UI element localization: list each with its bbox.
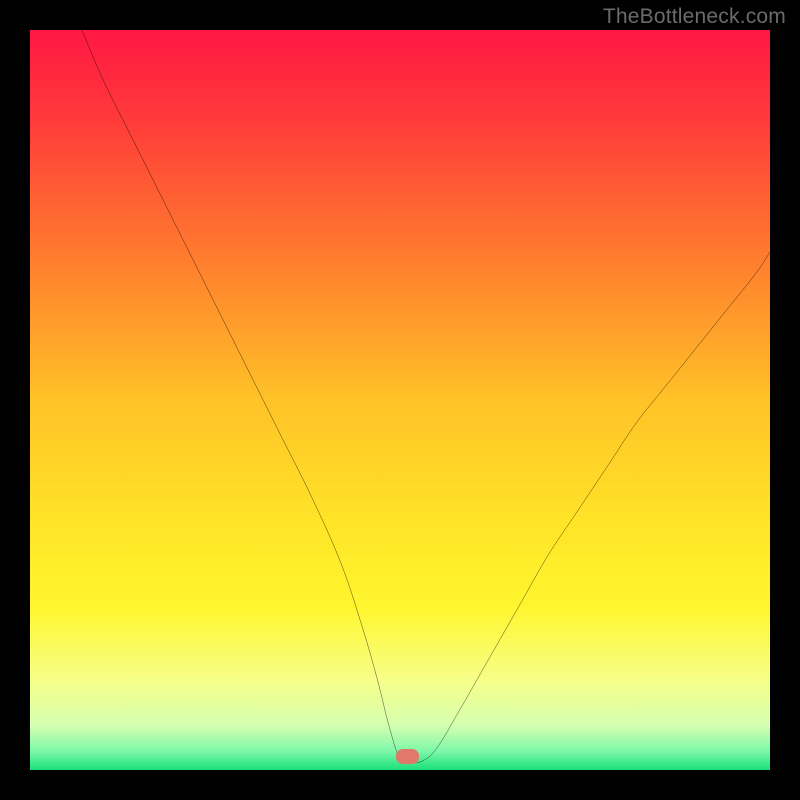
watermark-text: TheBottleneck.com (603, 5, 786, 29)
chart-frame: TheBottleneck.com (0, 0, 800, 800)
optimal-marker (396, 749, 420, 764)
curve-path (82, 30, 770, 762)
plot-area (30, 30, 770, 770)
bottleneck-curve (30, 30, 770, 770)
